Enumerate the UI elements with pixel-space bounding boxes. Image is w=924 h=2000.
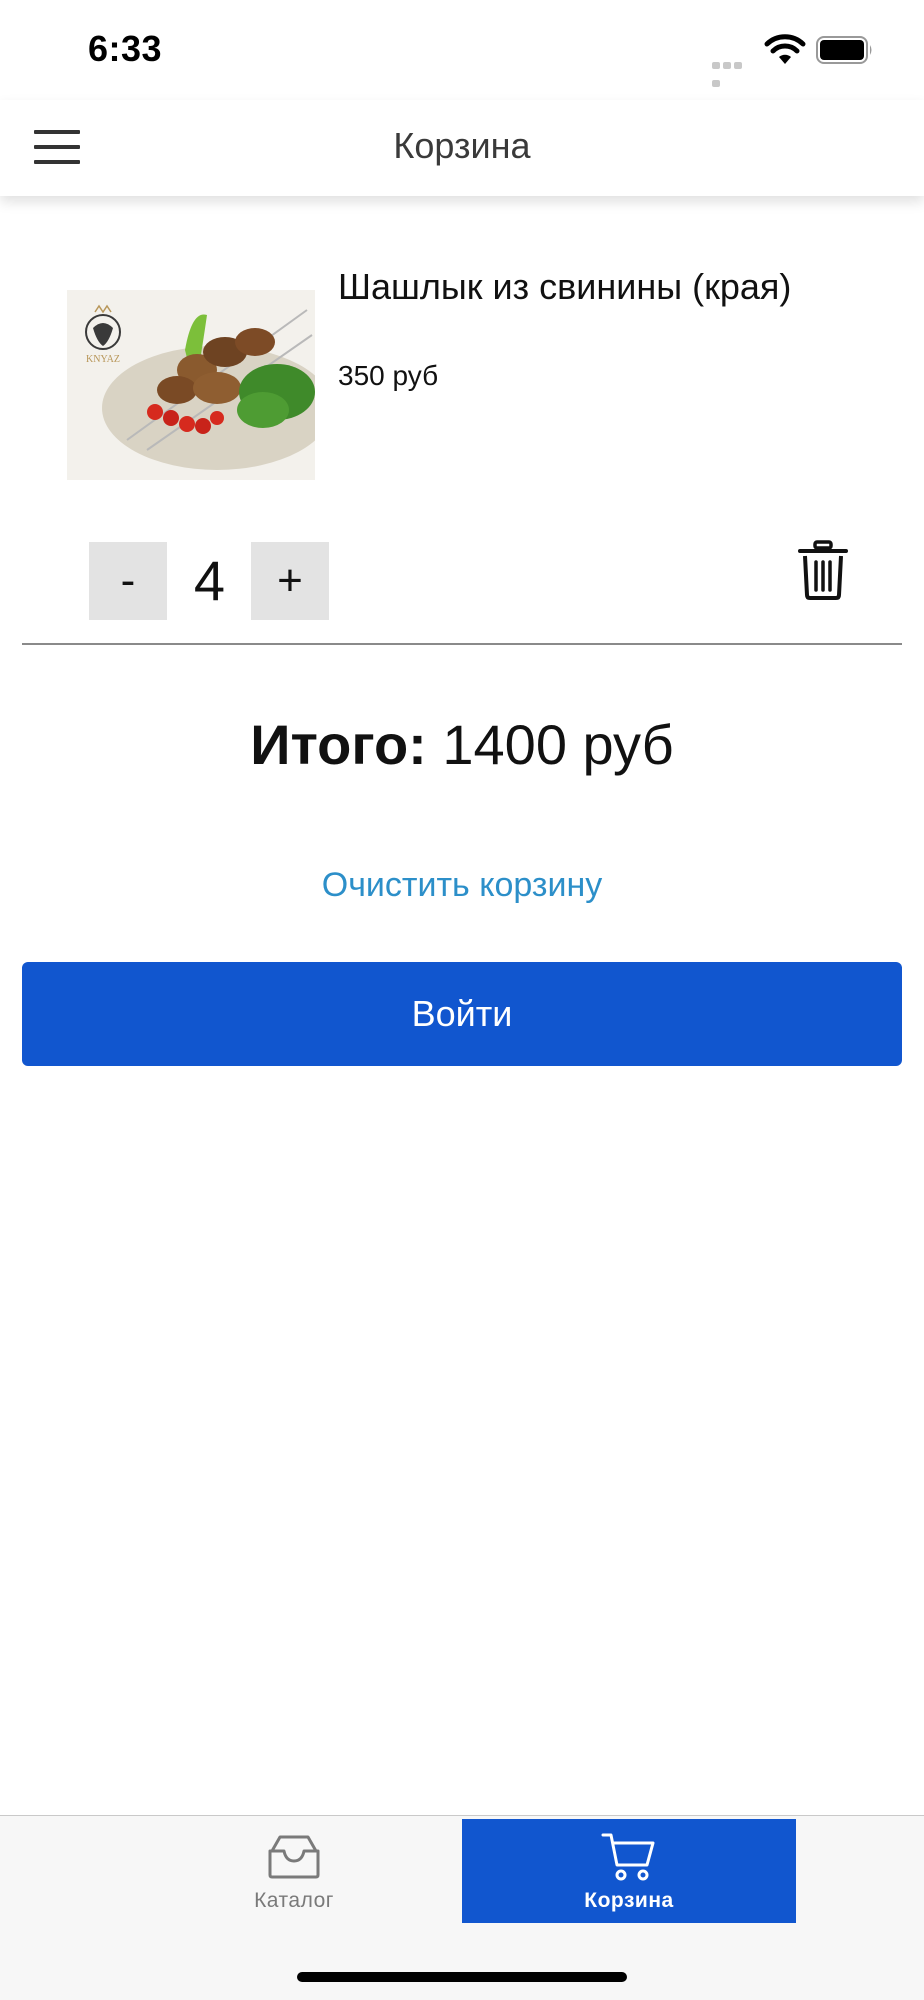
cart-item: KNYAZ Шашлык из свинины (края) 350 руб -… [0, 196, 924, 646]
tab-catalog[interactable]: Каталог [127, 1819, 461, 1923]
battery-icon [816, 36, 872, 64]
login-button[interactable]: Войти [22, 962, 902, 1066]
cellular-signal-icon [712, 56, 754, 87]
svg-text:KNYAZ: KNYAZ [86, 354, 120, 365]
total-label: Итого: [250, 713, 427, 776]
tab-catalog-label: Каталог [254, 1889, 334, 1912]
app-header: Корзина [0, 100, 924, 196]
product-image: KNYAZ [67, 290, 315, 480]
quantity-value: 4 [193, 549, 226, 612]
delete-item-button[interactable] [796, 540, 850, 604]
increase-quantity-button[interactable]: + [251, 542, 329, 620]
clear-cart-link[interactable]: Очистить корзину [0, 866, 924, 905]
total-value: 1400 руб [442, 713, 674, 776]
status-bar: 6:33 [0, 0, 924, 100]
tab-cart-label: Корзина [584, 1889, 674, 1912]
product-name: Шашлык из свинины (края) [338, 266, 792, 307]
status-time: 6:33 [88, 28, 163, 69]
tab-cart[interactable]: Корзина [462, 1819, 796, 1923]
wifi-icon [764, 34, 806, 64]
shopping-cart-icon [601, 1833, 655, 1881]
home-indicator [297, 1972, 627, 1982]
cart-screen: 6:33 Корзина KNYAZ Шашлык из свинины (кр… [0, 0, 924, 2000]
decrease-quantity-button[interactable]: - [89, 542, 167, 620]
item-divider [22, 643, 902, 645]
page-title: Корзина [393, 125, 531, 166]
trash-icon [798, 540, 848, 600]
cart-total: Итого: 1400 руб [0, 712, 924, 777]
product-price: 350 руб [338, 360, 439, 391]
inbox-tray-icon [268, 1835, 320, 1879]
